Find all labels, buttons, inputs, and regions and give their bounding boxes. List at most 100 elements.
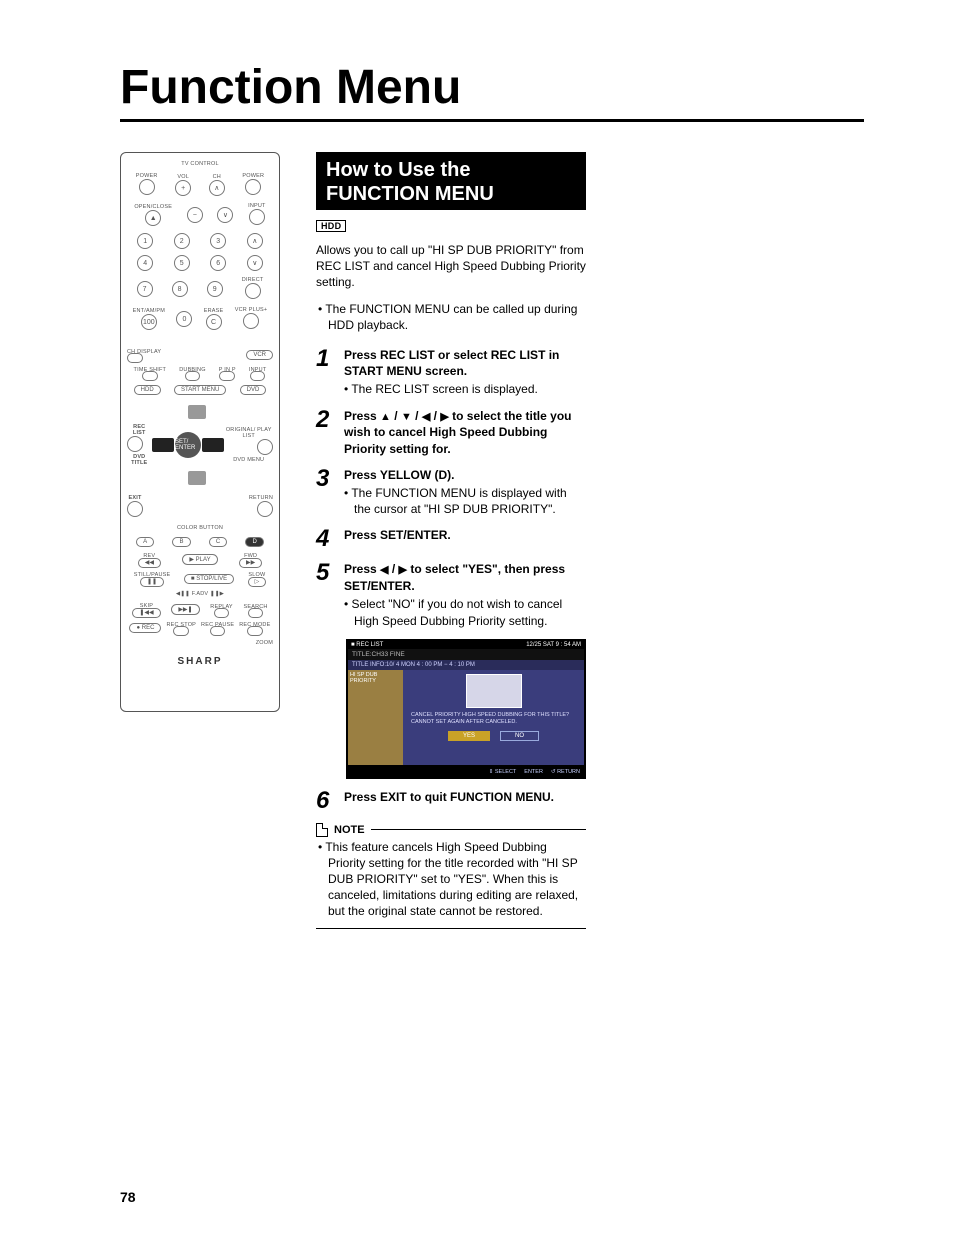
rec-list-button[interactable] xyxy=(127,436,143,452)
osd-thumbnail xyxy=(466,674,522,708)
pause-button[interactable]: ❚❚ xyxy=(140,577,164,587)
slow-button[interactable]: ▷ xyxy=(248,577,267,587)
step-3-number: 3 xyxy=(316,467,336,518)
step-3-sub: The FUNCTION MENU is displayed with the … xyxy=(344,485,586,517)
vcrplus-button[interactable] xyxy=(243,313,259,329)
left2-icon: ◀ xyxy=(380,563,388,578)
osd-footer-enter: ENTER xyxy=(524,769,543,775)
tv-power-button[interactable] xyxy=(245,179,261,195)
digit-9-button[interactable]: 9 xyxy=(207,281,223,297)
osd-yes-button[interactable]: YES xyxy=(448,731,490,741)
dpad-right-button[interactable] xyxy=(202,438,224,452)
dpad-down-button[interactable] xyxy=(188,471,206,485)
replay-button[interactable] xyxy=(214,608,230,618)
dubbing-button[interactable] xyxy=(185,371,201,381)
step-5-lead: Press ◀ / ▶ to select "YES", then press … xyxy=(344,561,586,594)
brand-label: SHARP xyxy=(177,656,222,667)
open-close-button[interactable]: ▲ xyxy=(145,210,161,226)
digit-100-button[interactable]: 100 xyxy=(141,314,157,330)
osd-message: CANCEL PRIORITY HIGH SPEED DUBBING FOR T… xyxy=(407,712,580,726)
note-icon xyxy=(316,823,328,837)
hdd-button[interactable]: HDD xyxy=(134,385,161,395)
right2-icon: ▶ xyxy=(399,563,407,578)
intro-bullet: The FUNCTION MENU can be called up durin… xyxy=(316,301,586,333)
step-6-lead: Press EXIT to quit FUNCTION MENU. xyxy=(344,789,554,805)
ch2-down-button[interactable]: ∨ xyxy=(247,255,263,271)
ch2-up-button[interactable]: ∧ xyxy=(247,233,263,249)
dvd-menu-label: DVD MENU xyxy=(224,457,273,463)
vcr-button[interactable]: VCR xyxy=(246,350,273,360)
power-button[interactable] xyxy=(139,179,155,195)
rev-button[interactable]: ◀◀ xyxy=(138,558,161,568)
up-icon: ▲ xyxy=(380,410,391,425)
original-playlist-button[interactable] xyxy=(257,439,273,455)
dvd-title-label: DVD TITLE xyxy=(127,454,152,466)
digit-0-button[interactable]: 0 xyxy=(176,311,192,327)
dpad-up-button[interactable] xyxy=(188,405,206,419)
rec-stop-button[interactable] xyxy=(173,626,189,636)
digit-8-button[interactable]: 8 xyxy=(172,281,188,297)
digit-6-button[interactable]: 6 xyxy=(210,255,226,271)
note-header: NOTE xyxy=(316,823,586,837)
color-a-button[interactable]: A xyxy=(136,537,154,547)
color-b-button[interactable]: B xyxy=(172,537,190,547)
section-header-line1: How to Use the xyxy=(326,159,470,181)
ch-up-button[interactable]: ∧ xyxy=(209,180,225,196)
osd-footer-select: ⇕ SELECT xyxy=(489,769,517,775)
digit-2-button[interactable]: 2 xyxy=(174,233,190,249)
vol-up-button[interactable]: + xyxy=(175,180,191,196)
exit-button[interactable] xyxy=(127,501,143,517)
ch-down-button[interactable]: ∨ xyxy=(217,207,233,223)
osd-datetime: 12/25 SAT 9 : 54 AM xyxy=(526,642,581,648)
pinp-button[interactable] xyxy=(219,371,235,381)
fwd-button[interactable]: ▶▶ xyxy=(239,558,262,568)
dpad: SET/ ENTER xyxy=(152,405,225,485)
digit-7-button[interactable]: 7 xyxy=(137,281,153,297)
digit-5-button[interactable]: 5 xyxy=(174,255,190,271)
color-c-button[interactable]: C xyxy=(209,537,227,547)
page-number: 78 xyxy=(120,1189,136,1205)
digit-4-button[interactable]: 4 xyxy=(137,255,153,271)
start-menu-button[interactable]: START MENU xyxy=(174,385,226,395)
tv-control-label: TV CONTROL xyxy=(181,161,218,167)
skip-fwd-button[interactable]: ▶▶❚ xyxy=(171,604,199,615)
step-6-number: 6 xyxy=(316,789,336,813)
color-d-button[interactable]: D xyxy=(245,537,263,547)
direct-button[interactable] xyxy=(245,283,261,299)
remote-control-illustration: TV CONTROL POWER VOL + CH ∧ POWER xyxy=(120,152,280,712)
osd-no-button[interactable]: NO xyxy=(500,731,539,741)
step-1: 1 Press REC LIST or select REC LIST in S… xyxy=(316,347,586,398)
time-shift-button[interactable] xyxy=(142,371,158,381)
left-icon: ◀ xyxy=(422,410,430,425)
original-playlist-label: ORIGINAL/ PLAY LIST xyxy=(224,427,273,439)
down-icon: ▼ xyxy=(401,410,412,425)
osd-footer-return: ↺ RETURN xyxy=(551,769,580,775)
return-button[interactable] xyxy=(257,501,273,517)
osd-title-line: TITLE:CH33 FINE xyxy=(348,649,584,660)
fadv-label: ◀❚❚ F.ADV ❚❚▶ xyxy=(176,591,224,597)
set-enter-button[interactable]: SET/ ENTER xyxy=(175,432,201,458)
digit-3-button[interactable]: 3 xyxy=(210,233,226,249)
osd-info-line: TITLE INFO:10/ 4 MON 4 : 00 PM − 4 : 10 … xyxy=(348,660,584,670)
step-5-number: 5 xyxy=(316,561,336,628)
osd-screenshot: ■ REC LIST 12/25 SAT 9 : 54 AM TITLE:CH3… xyxy=(346,639,586,779)
input-button[interactable] xyxy=(249,209,265,225)
c-button[interactable]: C xyxy=(206,314,222,330)
dpad-left-button[interactable] xyxy=(152,438,174,452)
osd-left-label: HI SP DUB PRIORITY xyxy=(348,670,403,765)
input2-button[interactable] xyxy=(250,371,266,381)
step-6: 6 Press EXIT to quit FUNCTION MENU. xyxy=(316,789,586,813)
vol-down-button[interactable]: − xyxy=(187,207,203,223)
digit-1-button[interactable]: 1 xyxy=(137,233,153,249)
search-button[interactable] xyxy=(248,608,264,618)
ch-display-button[interactable] xyxy=(127,353,143,363)
stop-live-button[interactable]: ■ STOP/LIVE xyxy=(184,574,234,584)
step-1-number: 1 xyxy=(316,347,336,398)
rec-pause-button[interactable] xyxy=(210,626,226,636)
rec-button[interactable]: ● REC xyxy=(129,623,161,633)
skip-back-button[interactable]: ❚◀◀ xyxy=(132,608,160,618)
dvd-button[interactable]: DVD xyxy=(240,385,267,395)
step-4: 4 Press SET/ENTER. xyxy=(316,527,586,551)
play-button[interactable]: ▶ PLAY xyxy=(182,554,217,565)
rec-mode-button[interactable] xyxy=(247,626,263,636)
